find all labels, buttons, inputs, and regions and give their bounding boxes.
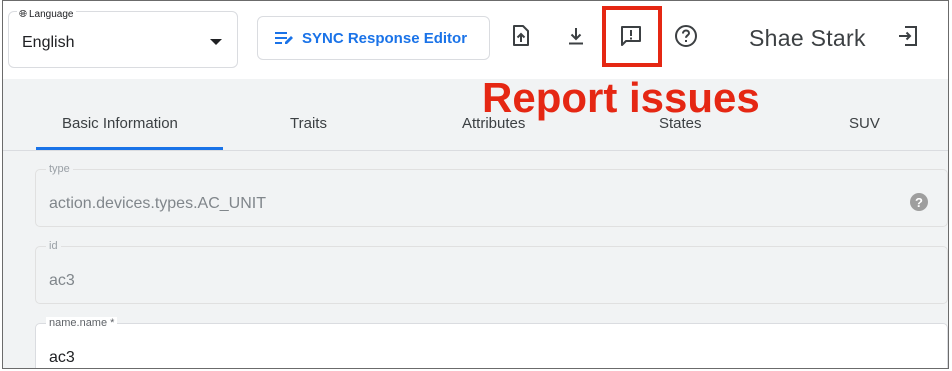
language-value: English [22, 34, 75, 51]
active-tab-indicator [36, 147, 223, 150]
tab-suv[interactable]: SUV [849, 115, 880, 132]
logout-icon[interactable] [895, 23, 921, 49]
help-icon[interactable] [673, 23, 699, 49]
name-field[interactable]: name.name * ac3 [35, 317, 948, 368]
user-name: Shae Stark [749, 25, 866, 51]
app-frame: 🌐︎ Language English SYNC Response Editor [2, 0, 949, 369]
dropdown-caret-icon[interactable] [210, 39, 222, 45]
download-icon[interactable] [563, 23, 589, 49]
edit-notes-icon [275, 32, 293, 44]
id-field: id ac3 [35, 240, 948, 304]
tab-traits[interactable]: Traits [290, 115, 327, 132]
sync-button-label: SYNC Response Editor [302, 29, 468, 47]
language-select[interactable]: 🌐︎ Language English [8, 9, 238, 68]
name-field-value[interactable]: ac3 [49, 349, 75, 367]
report-issues-annotation: Report issues [482, 74, 760, 121]
editor-content: Basic Information Traits Attributes Stat… [3, 79, 948, 368]
id-field-label: id [46, 240, 61, 252]
name-field-label: name.name * [46, 317, 118, 329]
id-field-value: ac3 [49, 272, 75, 289]
type-field: type action.devices.types.AC_UNIT ? [35, 163, 948, 227]
upload-icon[interactable] [508, 23, 534, 49]
help-circle-icon[interactable]: ? [910, 193, 928, 211]
type-field-value: action.devices.types.AC_UNIT [49, 195, 266, 212]
top-toolbar: 🌐︎ Language English SYNC Response Editor [3, 1, 948, 79]
tab-bar: Basic Information Traits Attributes Stat… [3, 79, 948, 151]
report-issues-highlight [602, 6, 662, 67]
language-legend: 🌐︎ Language [17, 9, 76, 20]
globe-icon: 🌐︎ [19, 9, 27, 20]
tab-basic-information[interactable]: Basic Information [62, 115, 178, 132]
type-field-label: type [46, 163, 73, 175]
language-legend-label: Language [29, 9, 74, 20]
sync-response-editor-button[interactable]: SYNC Response Editor [257, 16, 490, 60]
